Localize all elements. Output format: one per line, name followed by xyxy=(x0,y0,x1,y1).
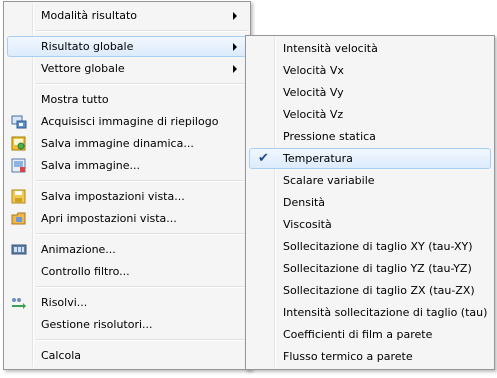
menu-separator xyxy=(36,83,247,85)
menu-item-salva-impostazioni-vista[interactable]: Salva impostazioni vista... xyxy=(7,186,247,207)
menu-item-risolvi[interactable]: Risolvi... xyxy=(7,292,247,313)
menu-item-vettore-globale[interactable]: Vettore globale xyxy=(7,58,247,79)
save-dynamic-image-icon xyxy=(11,136,26,151)
menu-item-salva-immagine-dinamica[interactable]: Salva immagine dinamica... xyxy=(7,133,247,154)
checkmark-icon: ✔ xyxy=(258,151,269,166)
menu-item-label: Sollecitazione di taglio YZ (tau-YZ) xyxy=(283,262,472,275)
menu-item-gestione-risolutori[interactable]: Gestione risolutori... xyxy=(7,314,247,335)
menu-item-label: Salva immagine dinamica... xyxy=(41,137,194,150)
submenu-item-scalare-variabile[interactable]: Scalare variabile xyxy=(249,170,491,191)
menu-item-label: Intensità sollecitazione di taglio (tau) xyxy=(283,306,488,319)
submenu-item-velocita-vy[interactable]: Velocità Vy xyxy=(249,82,491,103)
menu-item-label: Salva immagine... xyxy=(41,159,141,172)
submenu-item-viscosita[interactable]: Viscosità xyxy=(249,214,491,235)
menu-item-label: Animazione... xyxy=(41,243,116,256)
menu-item-label: Velocità Vz xyxy=(283,108,344,121)
menu-item-mostra-tutto[interactable]: Mostra tutto xyxy=(7,89,247,110)
menu-item-label: Pressione statica xyxy=(283,130,376,143)
menu-item-label: Apri impostazioni vista... xyxy=(41,212,177,225)
submenu-arrow-icon xyxy=(233,65,237,73)
menu-item-label: Sollecitazione di taglio ZX (tau-ZX) xyxy=(283,284,475,297)
submenu-item-velocita-vx[interactable]: Velocità Vx xyxy=(249,60,491,81)
menu-item-acquisisci-immagine[interactable]: Acquisisci immagine di riepilogo xyxy=(7,111,247,132)
menu-item-label: Sollecitazione di taglio XY (tau-XY) xyxy=(283,240,473,253)
submenu-item-temperatura[interactable]: ✔ Temperatura xyxy=(249,148,491,169)
submenu-item-tau-yz[interactable]: Sollecitazione di taglio YZ (tau-YZ) xyxy=(249,258,491,279)
menu-separator xyxy=(36,339,247,341)
submenu-item-flusso-termico[interactable]: Flusso termico a parete xyxy=(249,346,491,367)
submenu-item-intensita-velocita[interactable]: Intensità velocità xyxy=(249,38,491,59)
capture-image-icon xyxy=(11,115,27,129)
menu-item-label: Risolvi... xyxy=(41,296,88,309)
submenu-item-densita[interactable]: Densità xyxy=(249,192,491,213)
menu-item-label: Coefficienti di film a parete xyxy=(283,328,433,341)
submenu-item-tau-xy[interactable]: Sollecitazione di taglio XY (tau-XY) xyxy=(249,236,491,257)
menu-separator xyxy=(36,30,247,32)
menu-item-label: Scalare variabile xyxy=(283,174,375,187)
menu-item-label: Densità xyxy=(283,196,326,209)
save-view-settings-icon xyxy=(11,189,26,204)
menu-item-label: Calcola xyxy=(41,349,82,362)
menu-item-label: Intensità velocità xyxy=(283,42,378,55)
submenu-arrow-icon xyxy=(233,12,237,20)
menu-item-label: Mostra tutto xyxy=(41,93,109,106)
animation-filmstrip-icon xyxy=(11,244,27,255)
submenu-item-tau-intensita[interactable]: Intensità sollecitazione di taglio (tau) xyxy=(249,302,491,323)
menu-item-label: Risultato globale xyxy=(41,40,134,53)
menu-item-label: Salva impostazioni vista... xyxy=(41,190,185,203)
menu-item-label: Modalità risultato xyxy=(41,9,138,22)
menu-item-label: Temperatura xyxy=(283,152,353,165)
menu-item-label: Controllo filtro... xyxy=(41,265,130,278)
context-menu: Modalità risultato Risultato globale Vet… xyxy=(3,1,251,370)
menu-separator xyxy=(36,233,247,235)
submenu-item-coefficienti-film[interactable]: Coefficienti di film a parete xyxy=(249,324,491,345)
submenu-item-tau-zx[interactable]: Sollecitazione di taglio ZX (tau-ZX) xyxy=(249,280,491,301)
menu-item-label: Velocità Vx xyxy=(283,64,344,77)
submenu-item-velocita-vz[interactable]: Velocità Vz xyxy=(249,104,491,125)
menu-item-label: Flusso termico a parete xyxy=(283,350,413,363)
solve-icon xyxy=(12,298,26,309)
menu-item-label: Vettore globale xyxy=(41,62,125,75)
menu-item-modalita-risultato[interactable]: Modalità risultato xyxy=(7,5,247,26)
menu-item-apri-impostazioni-vista[interactable]: Apri impostazioni vista... xyxy=(7,208,247,229)
menu-item-salva-immagine[interactable]: Salva immagine... xyxy=(7,155,247,176)
menu-item-calcola[interactable]: Calcola xyxy=(7,345,247,366)
menu-item-label: Gestione risolutori... xyxy=(41,318,153,331)
risultato-globale-submenu: Intensità velocità Velocità Vx Velocità … xyxy=(245,35,495,370)
menu-item-animazione[interactable]: Animazione... xyxy=(7,239,247,260)
menu-item-label: Acquisisci immagine di riepilogo xyxy=(41,115,219,128)
menu-separator xyxy=(36,286,247,288)
menu-separator xyxy=(36,180,247,182)
menu-item-controllo-filtro[interactable]: Controllo filtro... xyxy=(7,261,247,282)
menu-item-risultato-globale[interactable]: Risultato globale xyxy=(7,36,247,57)
submenu-arrow-icon xyxy=(233,43,237,51)
submenu-item-pressione-statica[interactable]: Pressione statica xyxy=(249,126,491,147)
open-view-settings-icon xyxy=(11,212,26,225)
menu-item-label: Velocità Vy xyxy=(283,86,344,99)
menu-item-label: Viscosità xyxy=(283,218,332,231)
save-image-icon xyxy=(11,158,26,173)
